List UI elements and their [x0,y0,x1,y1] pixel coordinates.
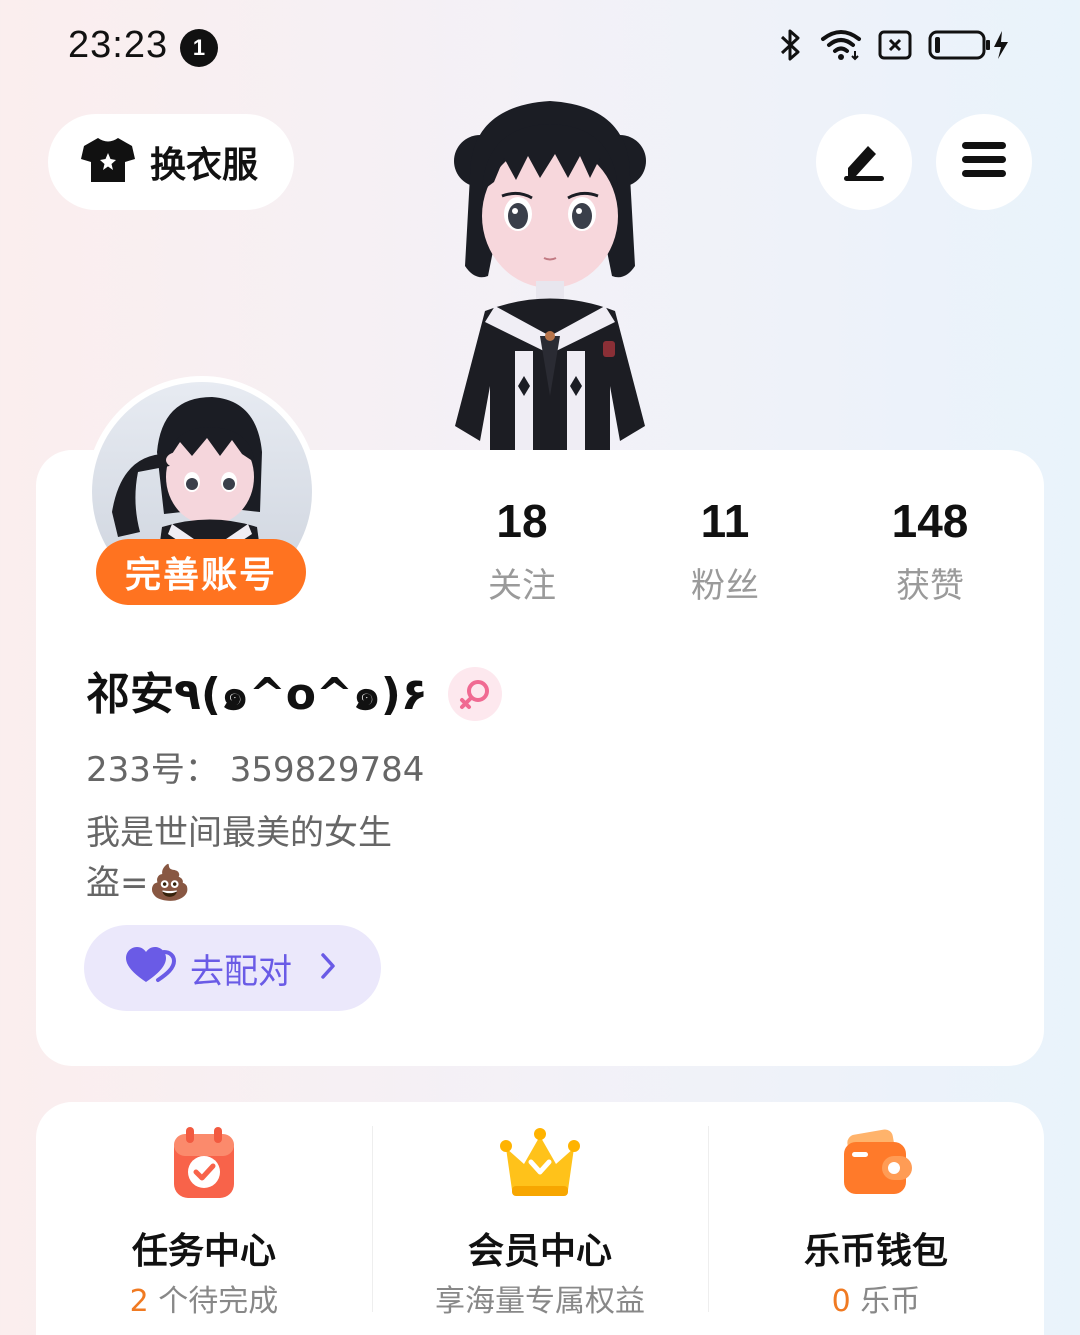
calendar-check-icon [162,1124,246,1204]
hamburger-menu-icon [960,138,1008,186]
feature-task-center-sub: 2 个待完成 [36,1276,372,1320]
poop-emoji-icon: 💩 [148,863,191,903]
wifi-icon [820,29,862,61]
feature-task-center[interactable]: 任务中心 2 个待完成 [36,1102,372,1335]
feature-task-center-title: 任务中心 [131,1231,276,1272]
tshirt-icon [80,135,136,189]
edit-profile-button[interactable] [816,114,912,210]
stat-followers-label: 粉丝 [691,566,759,606]
battery-charging-icon [928,29,1012,61]
coin-balance: 0 [831,1284,851,1319]
hearts-icon [124,946,177,990]
status-time: 23:23 [68,24,169,66]
feature-coin-wallet-sub: 0 乐币 [708,1276,1044,1320]
feature-coin-wallet-title: 乐币钱包 [803,1231,948,1272]
crown-icon [498,1124,582,1204]
menu-button[interactable] [936,114,1032,210]
pencil-icon [840,136,888,188]
match-label: 去配对 [190,951,292,992]
coin-unit: 乐币 [850,1284,921,1319]
feature-member-center-sub: 享海量专属权益 [435,1284,645,1319]
avatar-character[interactable] [440,96,660,451]
feature-card: 任务中心 2 个待完成 会员中心 享海量专属权益 乐币钱包 0 乐币 [36,1102,1044,1335]
bio-line-2-text: 盗= [86,863,149,903]
stat-likes-label: 获赞 [896,566,964,606]
stat-likes[interactable]: 148 获赞 [830,494,1030,607]
feature-member-center-title: 会员中心 [467,1231,612,1272]
bluetooth-icon [778,28,804,62]
bio-line-2: 盗=💩 [86,858,392,908]
account-id: 233号： 359829784 [86,750,425,790]
stat-following-label: 关注 [488,566,556,606]
stat-likes-value: 148 [891,495,969,547]
no-sim-icon [878,30,912,60]
chevron-right-icon [318,951,338,985]
username: 祁安٩(๑^o^๑)۶ [86,669,428,720]
feature-member-center[interactable]: 会员中心 享海量专属权益 [372,1102,708,1335]
stat-followers[interactable]: 11 粉丝 [625,494,825,607]
task-pending-text: 个待完成 [148,1284,279,1319]
stat-following-value: 18 [496,495,548,547]
bio: 我是世间最美的女生 盗=💩 [86,808,392,908]
notification-badge: 1 [180,29,218,67]
stat-following[interactable]: 18 关注 [422,494,622,607]
bio-line-1: 我是世间最美的女生 [86,813,392,853]
complete-account-button[interactable]: 完善账号 [96,539,306,605]
stat-followers-value: 11 [700,495,750,547]
female-icon [447,666,502,721]
username-row: 祁安٩(๑^o^๑)۶ [86,658,502,729]
change-outfit-label: 换衣服 [150,145,259,186]
status-bar: 23:23 1 [0,0,1080,96]
status-icons [778,28,1012,62]
feature-coin-wallet[interactable]: 乐币钱包 0 乐币 [708,1102,1044,1335]
task-pending-count: 2 [129,1284,149,1319]
change-outfit-button[interactable]: 换衣服 [48,114,294,210]
wallet-icon [834,1124,918,1204]
match-button[interactable]: 去配对 [84,925,381,1011]
